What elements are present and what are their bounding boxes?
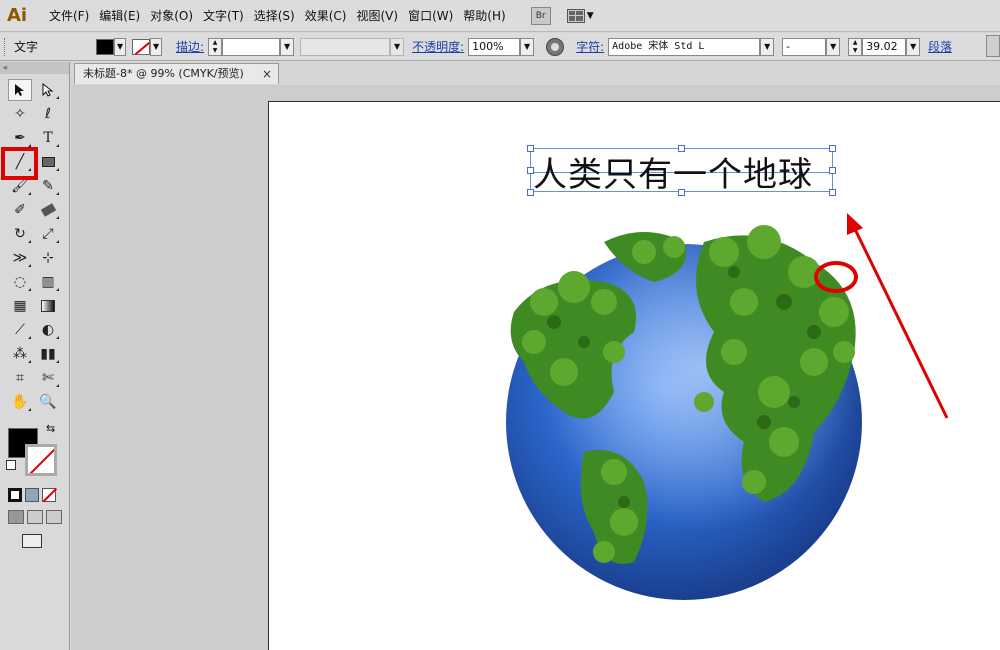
- draw-normal-icon[interactable]: [8, 510, 24, 524]
- draw-behind-icon[interactable]: [27, 510, 43, 524]
- menu-object[interactable]: 对象(O): [145, 0, 198, 32]
- menu-items: 文件(F) 编辑(E) 对象(O) 文字(T) 选择(S) 效果(C) 视图(V…: [44, 0, 511, 32]
- eyedropper-icon[interactable]: ⟋: [8, 319, 32, 341]
- width-icon[interactable]: ≫: [8, 247, 32, 269]
- fill-swatch-control[interactable]: ▼: [96, 37, 127, 56]
- perspective-icon[interactable]: ▥: [36, 271, 60, 293]
- menu-bar: Ai 文件(F) 编辑(E) 对象(O) 文字(T) 选择(S) 效果(C) 视…: [0, 0, 1000, 32]
- document-tab-title: 未标题-8* @ 99% (CMYK/预览): [83, 67, 244, 80]
- color-mode-row: [0, 488, 69, 502]
- selection-arrow-icon[interactable]: [8, 79, 32, 101]
- stroke-dropdown-icon[interactable]: ▼: [150, 37, 163, 56]
- font-size-stepper[interactable]: ▲ ▼: [848, 37, 863, 56]
- zoom-icon[interactable]: 🔍: [36, 391, 60, 413]
- opacity-field[interactable]: 100%: [468, 37, 521, 56]
- menu-file[interactable]: 文件(F): [44, 0, 94, 32]
- blend-icon[interactable]: ◐: [36, 319, 60, 341]
- stroke-weight-stepper[interactable]: ▲ ▼: [208, 37, 223, 56]
- scale-icon[interactable]: ⤢: [36, 223, 60, 245]
- bridge-button[interactable]: Br: [530, 6, 551, 25]
- stroke-link[interactable]: 描边:: [176, 38, 204, 55]
- lasso-icon[interactable]: ℓ: [36, 103, 60, 125]
- pasteboard[interactable]: 人类只有一个地球: [71, 85, 1000, 650]
- stroke-weight-field[interactable]: [222, 37, 281, 56]
- direct-selection-icon[interactable]: [36, 79, 60, 101]
- swap-fill-stroke-icon[interactable]: ⇆: [46, 422, 55, 435]
- draw-inside-icon[interactable]: [46, 510, 62, 524]
- panel-grip[interactable]: [4, 37, 8, 56]
- annotation-arrow: [847, 213, 949, 419]
- font-size-dropdown[interactable]: ▼: [906, 37, 921, 56]
- menu-select[interactable]: 选择(S): [249, 0, 300, 32]
- stroke-none-swatch[interactable]: [132, 38, 151, 55]
- hand-icon[interactable]: ✋: [8, 391, 32, 413]
- opacity-link[interactable]: 不透明度:: [412, 38, 464, 55]
- arrange-documents-button[interactable]: ▼: [566, 8, 594, 23]
- highlight-selection-tool: [1, 147, 38, 180]
- color-mode-icon[interactable]: [8, 488, 22, 502]
- tool-name-label: 文字: [14, 40, 39, 54]
- font-style-field[interactable]: -: [782, 37, 827, 56]
- gradient-mode-icon[interactable]: [25, 488, 39, 502]
- screen-mode-icon[interactable]: [22, 534, 42, 548]
- free-transform-icon[interactable]: ⊹: [36, 247, 60, 269]
- font-family-dropdown[interactable]: ▼: [760, 37, 775, 56]
- app-logo: Ai: [6, 5, 28, 26]
- stroke-weight-dropdown[interactable]: ▼: [280, 37, 295, 56]
- menu-view[interactable]: 视图(V): [351, 0, 403, 32]
- gradient-icon[interactable]: [36, 295, 60, 317]
- mesh-icon[interactable]: ▦: [8, 295, 32, 317]
- type-icon[interactable]: T: [36, 127, 60, 149]
- document-tab[interactable]: 未标题-8* @ 99% (CMYK/预览) ×: [74, 63, 279, 84]
- pencil-icon[interactable]: ✎: [36, 175, 60, 197]
- menu-type[interactable]: 文字(T): [198, 0, 249, 32]
- magic-wand-icon[interactable]: ✧: [8, 103, 32, 125]
- stroke-swatch-control[interactable]: ▼: [132, 37, 163, 56]
- menu-effect[interactable]: 效果(C): [300, 0, 352, 32]
- font-style-dropdown[interactable]: ▼: [826, 37, 841, 56]
- none-mode-icon[interactable]: [42, 488, 56, 502]
- column-graph-icon[interactable]: ▮▮: [36, 343, 60, 365]
- symbol-sprayer-icon[interactable]: ⁂: [8, 343, 32, 365]
- artboard-icon[interactable]: ⌗: [8, 367, 32, 389]
- rectangle-icon[interactable]: [36, 151, 60, 173]
- tools-panel: « ✧ ℓ ✒ T ╱ 🖌 ✎ ✐ ↻ ⤢ ≫ ⊹ ◌ ▥ ▦ ⟋ ◐ ⁂ ▮▮…: [0, 62, 70, 650]
- character-link[interactable]: 字符:: [576, 38, 604, 55]
- font-size-field[interactable]: 39.02: [862, 37, 907, 56]
- draw-mode-row: [0, 510, 69, 524]
- menu-help[interactable]: 帮助(H): [458, 0, 510, 32]
- pen-icon[interactable]: ✒: [8, 127, 32, 149]
- control-bar: 文字 ▼ ▼ 描边: ▲ ▼ ▼ ▼ 不透明度: 100% ▼ 字符: Adobe…: [0, 33, 1000, 61]
- fill-stroke-widget: ⇆: [0, 420, 69, 480]
- slice-icon[interactable]: ✄: [36, 367, 60, 389]
- eraser-icon[interactable]: [36, 199, 60, 221]
- menu-window[interactable]: 窗口(W): [403, 0, 458, 32]
- arrange-grid-icon: [566, 8, 585, 23]
- chevron-down-icon: ▼: [586, 10, 594, 21]
- brush-field[interactable]: [300, 37, 391, 56]
- opacity-dropdown[interactable]: ▼: [520, 37, 535, 56]
- fill-swatch[interactable]: [96, 38, 115, 55]
- panel-menu-button[interactable]: [986, 35, 1000, 57]
- font-family-field[interactable]: Adobe 宋体 Std L: [608, 37, 761, 56]
- shape-builder-icon[interactable]: ◌: [8, 271, 32, 293]
- brush-dropdown[interactable]: ▼: [390, 37, 405, 56]
- paragraph-link[interactable]: 段落: [928, 38, 952, 55]
- recolor-globe-icon[interactable]: [546, 37, 565, 56]
- menu-edit[interactable]: 编辑(E): [94, 0, 145, 32]
- default-colors-icon[interactable]: [6, 460, 16, 470]
- rotate-icon[interactable]: ↻: [8, 223, 32, 245]
- blob-brush-icon[interactable]: ✐: [8, 199, 32, 221]
- close-icon[interactable]: ×: [262, 64, 272, 84]
- tools-collapse-icon[interactable]: «: [0, 62, 69, 74]
- stroke-color-box[interactable]: [25, 444, 57, 476]
- fill-dropdown-icon[interactable]: ▼: [114, 37, 127, 56]
